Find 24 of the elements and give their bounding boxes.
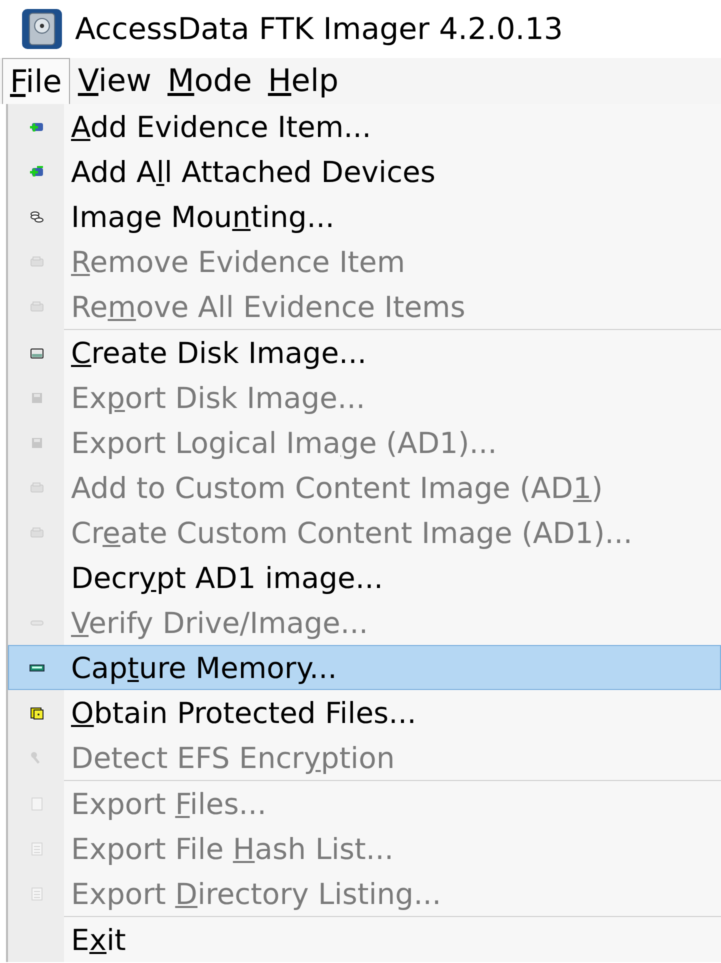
drive-icon [29, 254, 45, 270]
menu-bar-item[interactable]: File [2, 58, 70, 104]
menu-item[interactable]: Exit [8, 917, 721, 962]
menu-bar-item[interactable]: Help [260, 58, 347, 104]
document-icon [29, 886, 45, 902]
safe-icon [29, 704, 45, 720]
document-icon [29, 840, 45, 856]
menu-item[interactable]: Add Evidence Item... [8, 104, 721, 149]
menu-item[interactable]: Decrypt AD1 image... [8, 555, 721, 600]
menu-bar-item[interactable]: View [70, 58, 160, 104]
menu-item[interactable]: Create Disk Image... [8, 330, 721, 375]
menu-bar-item[interactable]: Mode [159, 58, 260, 104]
app-icon [19, 8, 65, 50]
menu-item[interactable]: Capture Memory... [8, 645, 721, 690]
stacked-disks-icon [29, 208, 45, 224]
menu-item[interactable]: Obtain Protected Files... [8, 690, 721, 735]
document-icon [29, 796, 45, 812]
drive-icon [29, 524, 45, 540]
menu-item[interactable]: Image Mounting... [8, 194, 721, 239]
drives-plus-icon [29, 164, 45, 180]
drive-icon [29, 480, 45, 496]
window-title: AccessData FTK Imager 4.2.0.13 [75, 12, 563, 46]
drive-icon [29, 298, 45, 314]
menu-item[interactable]: Add All Attached Devices [8, 149, 721, 194]
